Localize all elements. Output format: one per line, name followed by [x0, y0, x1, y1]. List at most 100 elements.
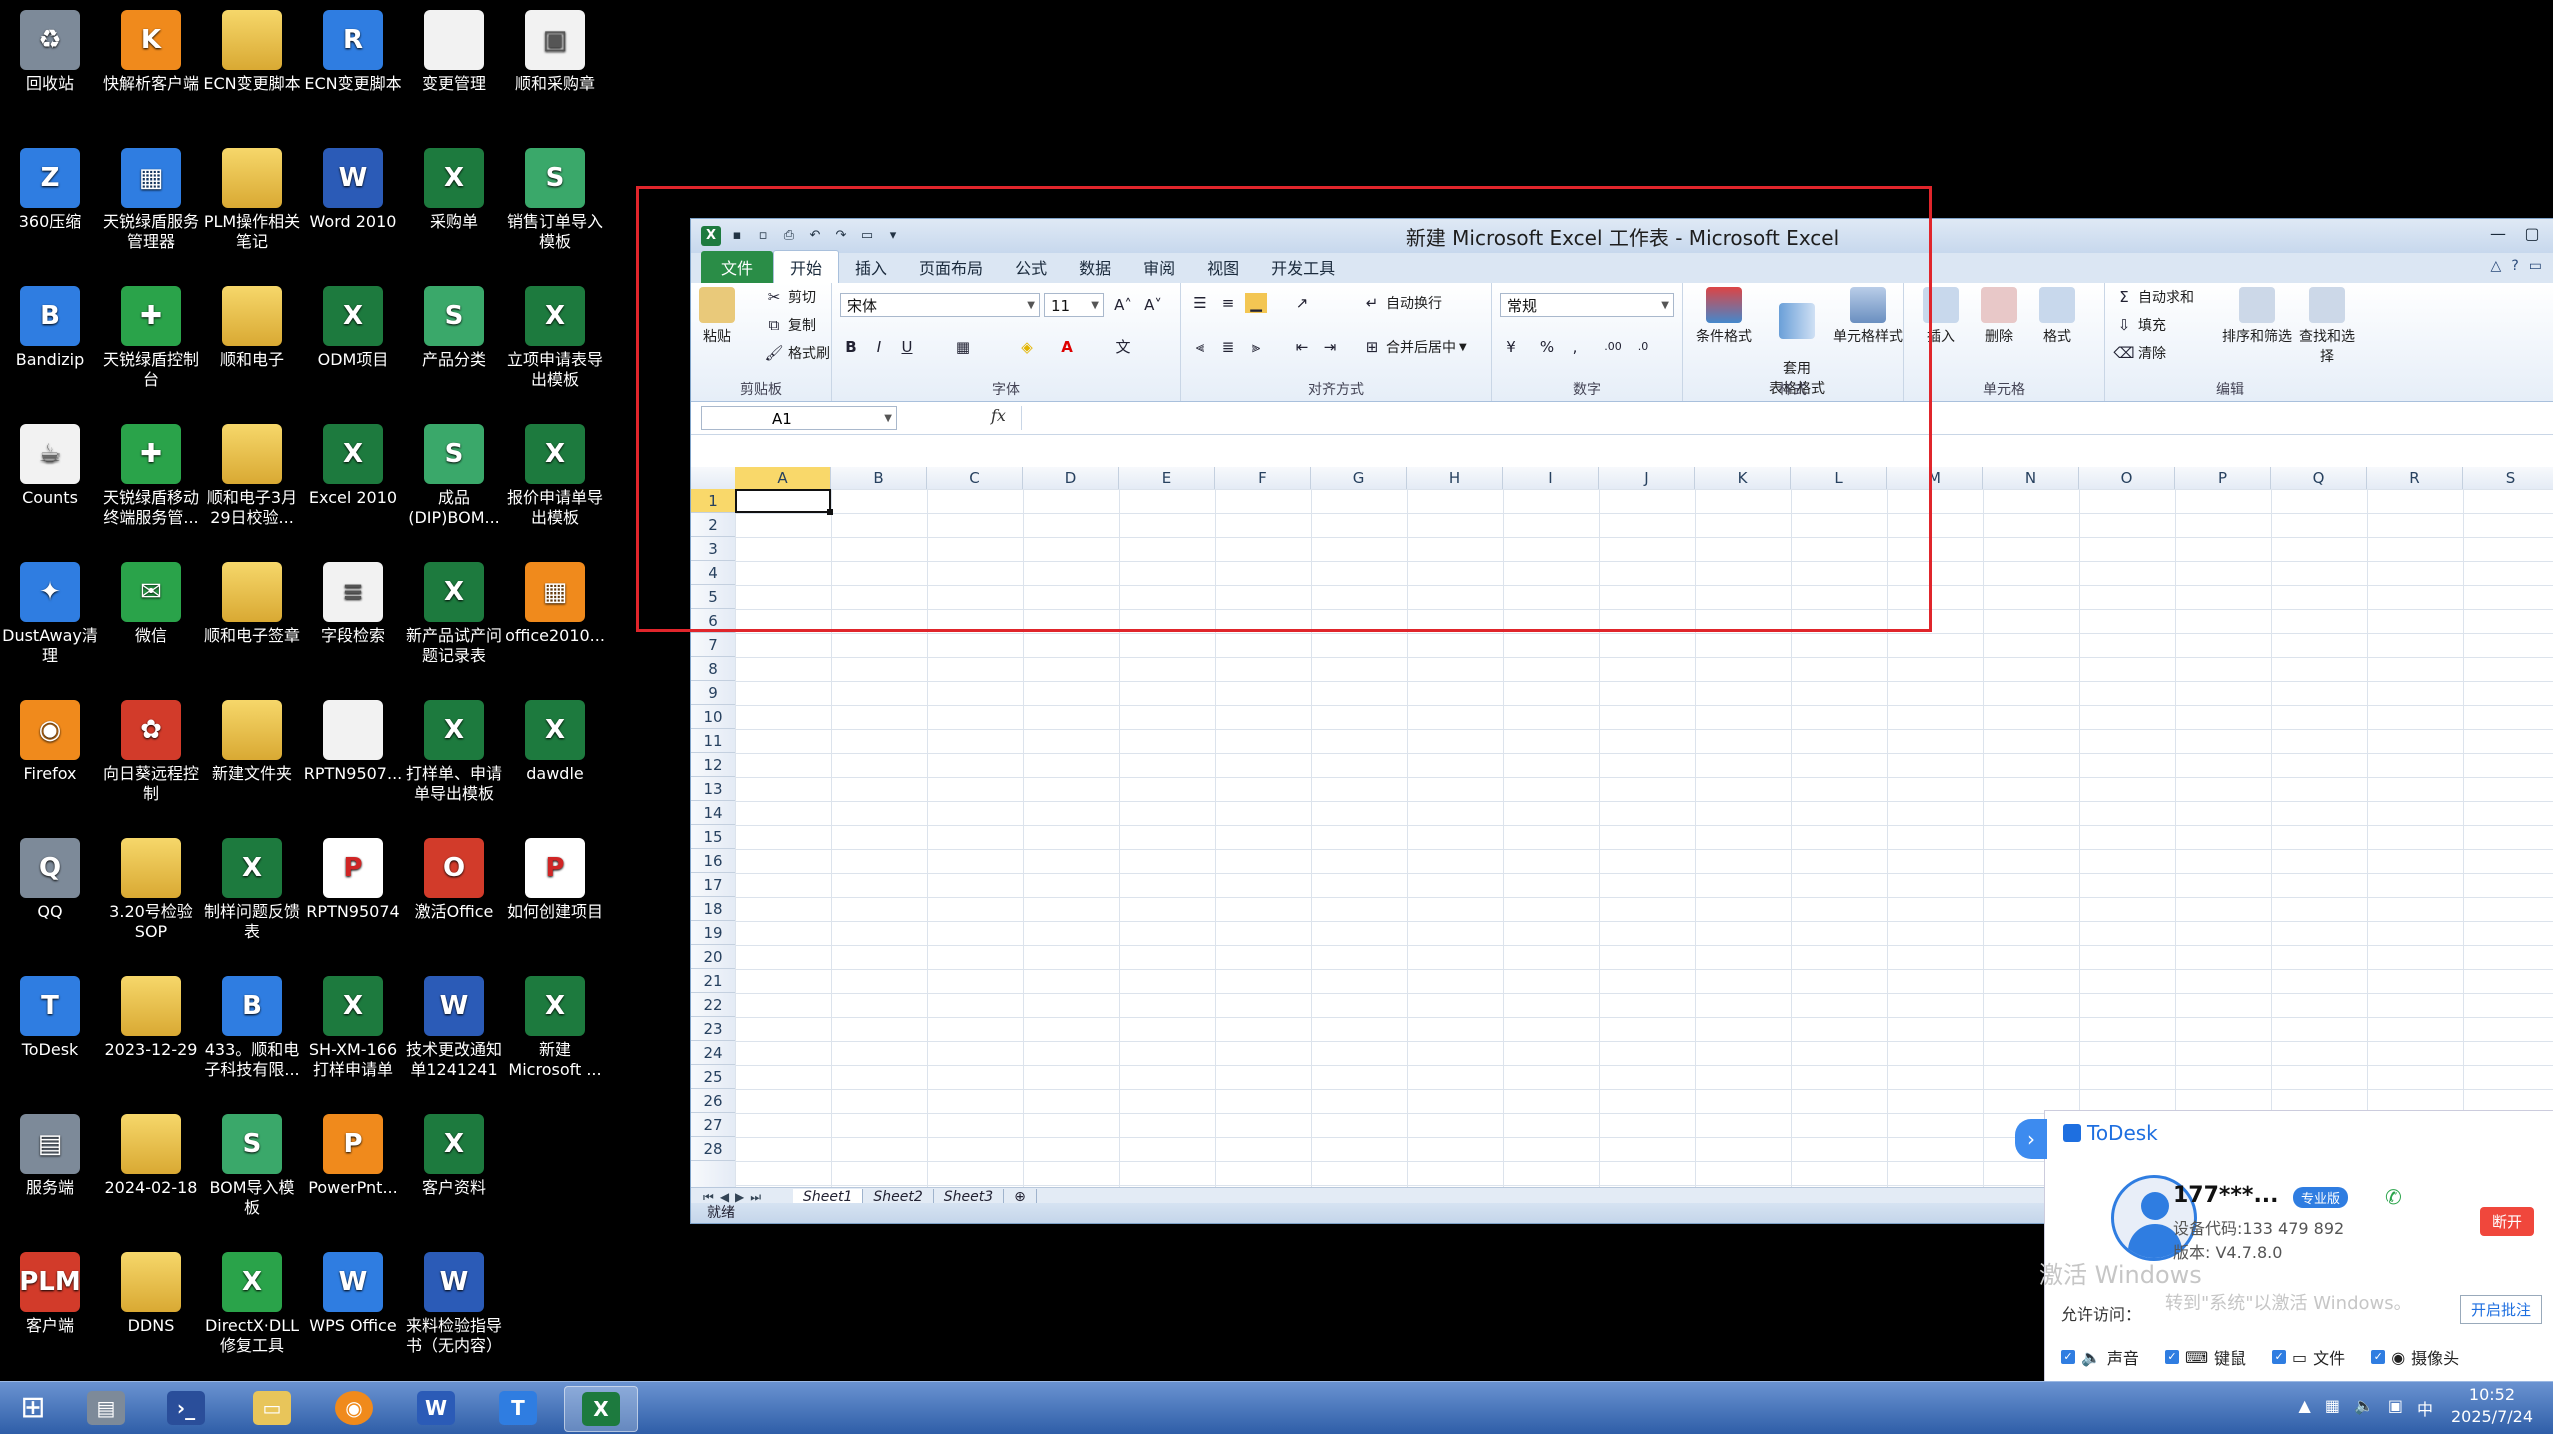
desktop-icon[interactable]: B 433。顺和电子科技有限... — [202, 972, 302, 1080]
paste-button[interactable]: 粘贴 — [697, 287, 737, 346]
perm-file[interactable]: ✓ ▭ 文件 — [2272, 1345, 2345, 1369]
desktop-icon[interactable]: 新建文件夹 — [202, 696, 302, 784]
help-icon[interactable]: ? — [2511, 258, 2518, 274]
desktop-icon[interactable]: ▦ 天锐绿盾服务管理器 — [101, 144, 201, 252]
desktop-icon[interactable]: X 打样单、申请单导出模板 — [404, 696, 504, 804]
checkbox-checked-icon[interactable]: ✓ — [2371, 1350, 2386, 1364]
desktop-icon[interactable]: T ToDesk — [0, 972, 100, 1060]
comma-button[interactable]: , — [1564, 337, 1586, 357]
tab-formulas[interactable]: 公式 — [999, 251, 1063, 283]
perm-sound[interactable]: ✓ 🔈 声音 — [2061, 1345, 2139, 1369]
row-header[interactable]: 28 — [691, 1137, 735, 1161]
align-bottom-button[interactable]: ▁ — [1245, 293, 1267, 313]
row-header[interactable]: 26 — [691, 1089, 735, 1113]
tab-view[interactable]: 视图 — [1191, 251, 1255, 283]
font-size-select[interactable]: 11 ▼ — [1044, 293, 1104, 317]
row-header[interactable]: 17 — [691, 873, 735, 897]
find-select-button[interactable]: 查找和选择 — [2297, 287, 2357, 366]
redo-icon[interactable]: ↷ — [831, 226, 851, 246]
increase-indent-button[interactable]: ⇥ — [1319, 337, 1341, 357]
tab-home[interactable]: 开始 — [773, 250, 840, 283]
row-header[interactable]: 12 — [691, 753, 735, 777]
desktop-icon[interactable]: X 采购单 — [404, 144, 504, 232]
restore-icon[interactable]: ▭ — [2529, 258, 2542, 274]
row-header[interactable]: 21 — [691, 969, 735, 993]
desktop-icon[interactable]: PLM 客户端 — [0, 1248, 100, 1336]
taskbar-word[interactable]: W — [400, 1386, 472, 1430]
desktop-icon[interactable]: P 如何创建项目 — [505, 834, 605, 922]
desktop-icon[interactable]: S 销售订单导入模板 — [505, 144, 605, 252]
desktop-icon[interactable]: ☕ Counts — [0, 420, 100, 508]
desktop-icon[interactable]: 顺和电子 — [202, 282, 302, 370]
row-header[interactable]: 9 — [691, 681, 735, 705]
desktop-icon[interactable]: 2023-12-29 — [101, 972, 201, 1060]
cell-styles-button[interactable]: 单元格样式 — [1833, 287, 1903, 346]
column-header[interactable]: G — [1311, 467, 1407, 489]
monitor-icon[interactable]: ▣ — [2388, 1396, 2403, 1420]
desktop-icon[interactable]: B Bandizip — [0, 282, 100, 370]
align-left-button[interactable]: ⫷ — [1189, 337, 1211, 357]
desktop-icon[interactable]: R ECN变更脚本 — [303, 6, 403, 94]
desktop-icon[interactable]: X ODM项目 — [303, 282, 403, 370]
desktop-icon[interactable]: 变更管理 — [404, 6, 504, 94]
column-header[interactable]: P — [2175, 467, 2271, 489]
checkbox-checked-icon[interactable]: ✓ — [2061, 1350, 2075, 1364]
desktop-icon[interactable]: Q QQ — [0, 834, 100, 922]
align-center-button[interactable]: ≣ — [1217, 337, 1239, 357]
column-header[interactable]: Q — [2271, 467, 2367, 489]
percent-button[interactable]: % — [1536, 337, 1558, 357]
row-header[interactable]: 5 — [691, 585, 735, 609]
desktop-icon[interactable]: 3.20号检验SOP — [101, 834, 201, 942]
customize-qat-icon[interactable]: ▾ — [883, 226, 903, 246]
desktop-icon[interactable]: ✉ 微信 — [101, 558, 201, 646]
conditional-format-button[interactable]: 条件格式 — [1689, 287, 1759, 346]
desktop-icon[interactable]: X 客户资料 — [404, 1110, 504, 1198]
row-header[interactable]: 14 — [691, 801, 735, 825]
align-top-button[interactable]: ☰ — [1189, 293, 1211, 313]
desktop-icon[interactable]: X 新产品试产问题记录表 — [404, 558, 504, 666]
phone-icon[interactable]: ✆ — [2385, 1185, 2402, 1209]
desktop-icon[interactable]: ✦ DustAway清理 — [0, 558, 100, 666]
row-header[interactable]: 6 — [691, 609, 735, 633]
column-header[interactable]: S — [2463, 467, 2553, 489]
row-header[interactable]: 3 — [691, 537, 735, 561]
grow-font-button[interactable]: A˄ — [1112, 295, 1134, 315]
decrease-decimal-button[interactable]: .0 — [1632, 337, 1654, 357]
fill-button[interactable]: ⇩ 填充 — [2113, 315, 2166, 335]
delete-cells-button[interactable]: 删除 — [1974, 287, 2024, 346]
currency-button[interactable]: ¥ — [1500, 337, 1522, 357]
ime-indicator[interactable]: 中 — [2417, 1396, 2433, 1420]
minimize-icon[interactable]: — — [2484, 221, 2512, 247]
network-icon[interactable]: ▦ — [2325, 1396, 2340, 1420]
desktop-icon[interactable]: DDNS — [101, 1248, 201, 1336]
format-cells-button[interactable]: 格式 — [2032, 287, 2082, 346]
desktop-icon[interactable]: X 报价申请单导出模板 — [505, 420, 605, 528]
font-color-button[interactable]: A — [1056, 337, 1078, 357]
name-box[interactable]: A1 ▼ — [701, 406, 897, 430]
cut-button[interactable]: ✂ 剪切 — [763, 287, 816, 307]
desktop-icon[interactable]: W 来料检验指导书（无内容） — [404, 1248, 504, 1356]
maximize-icon[interactable]: ▢ — [2518, 221, 2546, 247]
taskbar-powershell[interactable]: ›_ — [150, 1386, 222, 1430]
column-header[interactable]: N — [1983, 467, 2079, 489]
desktop-icon[interactable]: 顺和电子签章 — [202, 558, 302, 646]
tab-file[interactable]: 文件 — [701, 251, 774, 283]
row-header[interactable]: 27 — [691, 1113, 735, 1137]
taskbar-firefox[interactable]: ◉ — [318, 1386, 390, 1430]
column-header[interactable]: L — [1791, 467, 1887, 489]
active-cell[interactable] — [735, 489, 833, 515]
column-header[interactable]: F — [1215, 467, 1311, 489]
checkbox-checked-icon[interactable]: ✓ — [2272, 1350, 2287, 1364]
desktop-icon[interactable]: K 快解析客户端 — [101, 6, 201, 94]
collapse-ribbon-icon[interactable]: △ — [2491, 258, 2502, 274]
desktop-icon[interactable]: P RPTN95074 — [303, 834, 403, 922]
column-header[interactable]: D — [1023, 467, 1119, 489]
format-painter-button[interactable]: 🖌 格式刷 — [763, 343, 830, 363]
desktop-icon[interactable]: ▤ 服务端 — [0, 1110, 100, 1198]
column-header[interactable]: O — [2079, 467, 2175, 489]
underline-button[interactable]: U — [896, 337, 918, 357]
desktop-icon[interactable]: ✿ 向日葵远程控制 — [101, 696, 201, 804]
desktop-icon[interactable]: S 成品(DIP)BOM... — [404, 420, 504, 528]
row-header[interactable]: 20 — [691, 945, 735, 969]
row-header[interactable]: 24 — [691, 1041, 735, 1065]
